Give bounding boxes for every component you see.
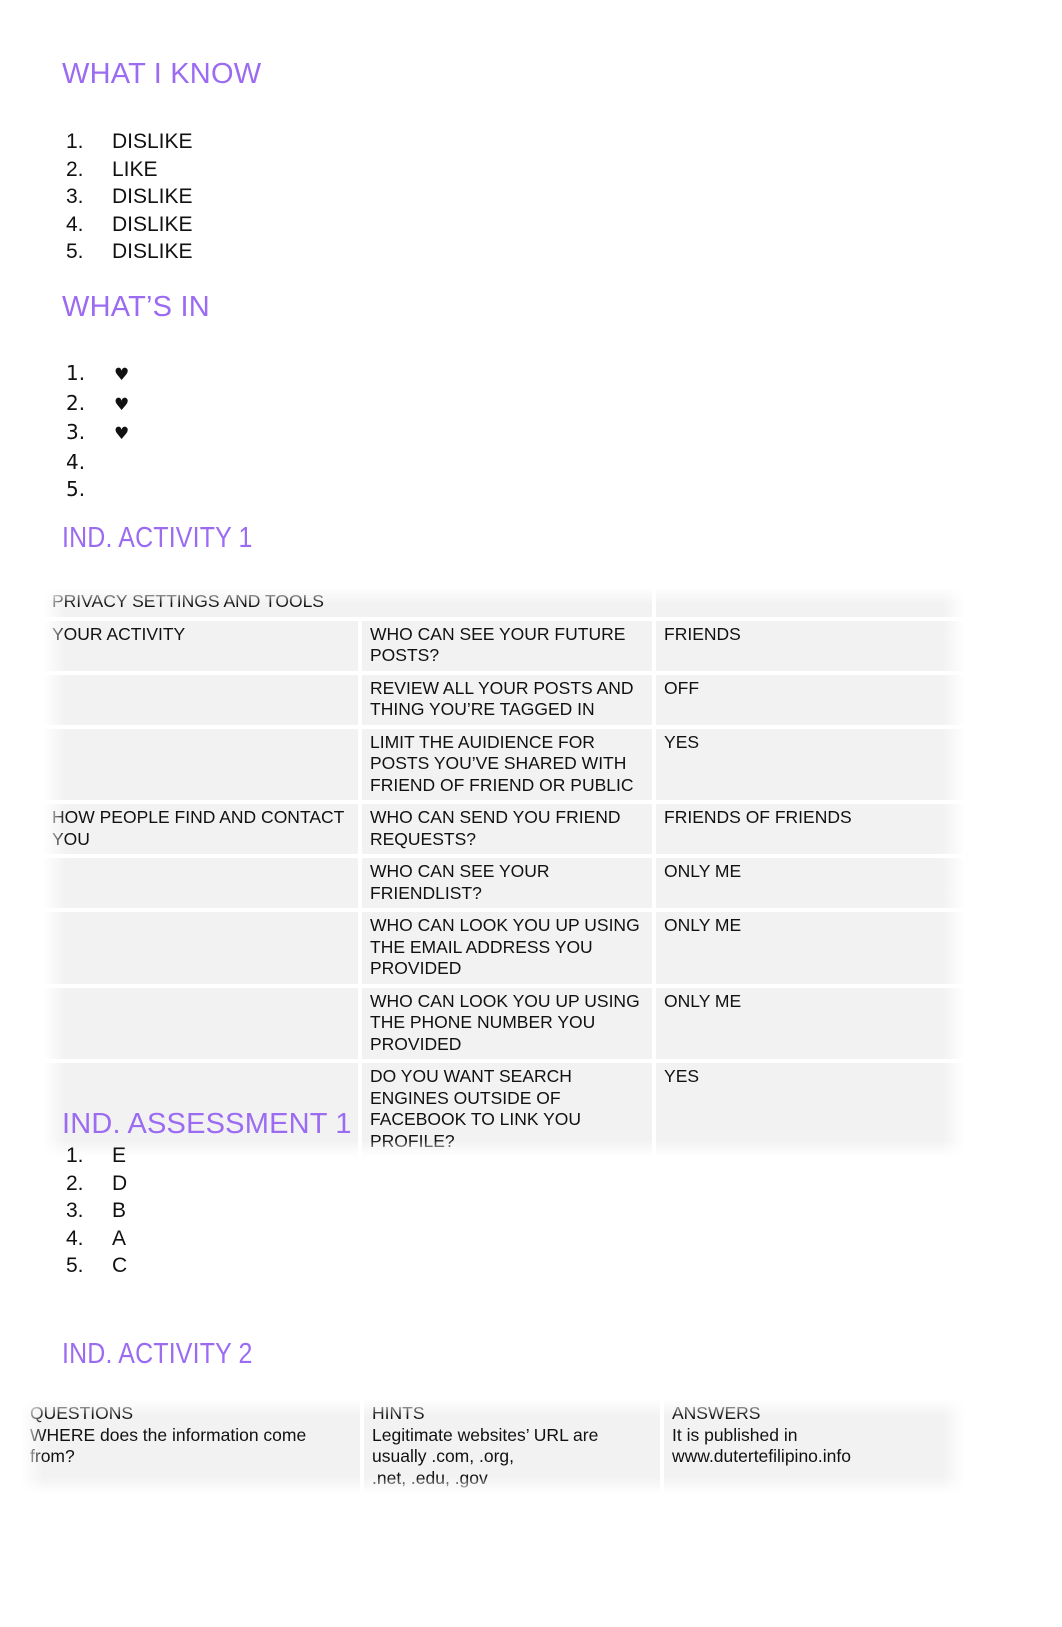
heart-icon: ♥ (114, 365, 130, 385)
questions-cell: QUESTIONS WHERE does the information com… (22, 1400, 364, 1493)
privacy-settings-table-wrapper: PRIVACY SETTINGS AND TOOLS YOUR ACTIVITY… (44, 588, 965, 1156)
list-item-number: 3. (66, 420, 86, 444)
category-cell (44, 858, 362, 912)
question-text: WHERE does the information come from? (30, 1424, 307, 1467)
questions-hints-answers-table: QUESTIONS WHERE does the information com… (22, 1400, 964, 1493)
list-item-number: 2. (66, 1171, 84, 1195)
list-item-value: B (112, 1199, 127, 1222)
list-what-i-know: 1. DISLIKE 2. LIKE 3. DISLIKE 4. DISLIKE… (66, 128, 193, 266)
list-item-number: 4. (66, 449, 86, 474)
hints-cell: HINTS Legitimate websites’ URL are usual… (364, 1400, 664, 1493)
list-item: 5. (66, 476, 129, 504)
column-header-hints: HINTS (372, 1403, 425, 1423)
list-item-value: A (112, 1226, 127, 1250)
list-item: 5. C (66, 1252, 127, 1280)
category-cell (44, 674, 362, 729)
question-cell: REVIEW ALL YOUR POSTS AND THING YOU’RE T… (362, 674, 657, 729)
column-header-answers: ANSWERS (672, 1403, 761, 1423)
answer-cell: YES (656, 728, 965, 804)
heading-what-i-know: WHAT I KNOW (62, 58, 262, 90)
answer-cell: ONLY ME (656, 858, 965, 912)
list-item: 2. LIKE (66, 156, 193, 184)
list-item: 3. DISLIKE (66, 183, 193, 211)
list-item: 1. ♥ (66, 360, 129, 390)
list-item-number: 5. (66, 1254, 84, 1277)
table-row: QUESTIONS WHERE does the information com… (22, 1400, 964, 1493)
question-cell: WHO CAN SEE YOUR FUTURE POSTS? (362, 620, 657, 675)
list-item: 1. E (66, 1142, 127, 1170)
list-item: 3. ♥ (66, 419, 129, 449)
heading-ind-assessment-1: IND. ASSESSMENT 1 (62, 1108, 352, 1140)
table-row: YOUR ACTIVITY WHO CAN SEE YOUR FUTURE PO… (44, 620, 965, 675)
list-item-value: DISLIKE (112, 240, 193, 263)
question-cell: WHO CAN SEE YOUR FRIENDLIST? (362, 858, 657, 912)
heading-whats-in: WHAT’S IN (62, 291, 210, 323)
question-cell: WHO CAN SEND YOU FRIEND REQUESTS? (362, 804, 657, 858)
table-row: LIMIT THE AUIDIENCE FOR POSTS YOU’VE SHA… (44, 728, 965, 804)
list-item-number: 4. (66, 1226, 84, 1250)
list-item: 1. DISLIKE (66, 128, 193, 156)
list-item-value: DISLIKE (112, 185, 193, 208)
list-item-number: 3. (66, 1199, 84, 1222)
list-item-value: C (112, 1254, 128, 1277)
category-cell (44, 987, 362, 1063)
table-title-blank-cell (656, 588, 965, 621)
list-ind-assessment-1: 1. E 2. D 3. B 4. A 5. C (66, 1142, 127, 1280)
document-page: WHAT I KNOW 1. DISLIKE 2. LIKE 3. DISLIK… (0, 0, 1062, 1627)
list-item-number: 5. (66, 477, 86, 501)
answer-cell: FRIENDS (656, 620, 965, 675)
heart-icon: ♥ (114, 424, 130, 444)
list-item-number: 2. (66, 390, 86, 415)
table-row: HOW PEOPLE FIND AND CONTACT YOU WHO CAN … (44, 804, 965, 858)
list-item: 2. D (66, 1170, 127, 1198)
question-cell: DO YOU WANT SEARCH ENGINES OUTSIDE OF FA… (362, 1063, 657, 1156)
questions-hints-answers-table-wrapper: QUESTIONS WHERE does the information com… (22, 1400, 964, 1493)
list-item-value: DISLIKE (112, 212, 193, 236)
question-cell: WHO CAN LOOK YOU UP USING THE EMAIL ADDR… (362, 912, 657, 988)
list-item-value: LIKE (112, 157, 158, 181)
list-item-value: DISLIKE (112, 130, 193, 153)
table-row: WHO CAN LOOK YOU UP USING THE PHONE NUMB… (44, 987, 965, 1063)
hint-text: Legitimate websites’ URL are usually .co… (372, 1424, 599, 1488)
category-cell: YOUR ACTIVITY (44, 620, 362, 675)
answer-text: It is published in www.dutertefilipino.i… (672, 1424, 851, 1467)
list-item-number: 4. (66, 212, 84, 236)
list-item: 5. DISLIKE (66, 238, 193, 266)
privacy-settings-table: PRIVACY SETTINGS AND TOOLS YOUR ACTIVITY… (44, 588, 965, 1156)
answer-cell: FRIENDS OF FRIENDS (656, 804, 965, 858)
heading-ind-activity-2: IND. ACTIVITY 2 (62, 1338, 253, 1370)
table-row: WHO CAN SEE YOUR FRIENDLIST? ONLY ME (44, 858, 965, 912)
answer-cell: YES (656, 1063, 965, 1156)
category-cell (44, 912, 362, 988)
table-row-title: PRIVACY SETTINGS AND TOOLS (44, 588, 965, 621)
answers-cell: ANSWERS It is published in www.dutertefi… (664, 1400, 964, 1493)
heading-ind-activity-1: IND. ACTIVITY 1 (62, 522, 253, 554)
heart-icon: ♥ (114, 394, 130, 415)
list-item-value: D (112, 1171, 128, 1195)
list-item: 4. DISLIKE (66, 211, 193, 239)
category-cell: HOW PEOPLE FIND AND CONTACT YOU (44, 804, 362, 858)
list-item-number: 5. (66, 240, 84, 263)
answer-cell: ONLY ME (656, 912, 965, 988)
table-row: WHO CAN LOOK YOU UP USING THE EMAIL ADDR… (44, 912, 965, 988)
list-item: 4. A (66, 1225, 127, 1253)
question-cell: WHO CAN LOOK YOU UP USING THE PHONE NUMB… (362, 987, 657, 1063)
list-whats-in: 1. ♥ 2. ♥ 3. ♥ 4. 5. (66, 360, 129, 504)
question-cell: LIMIT THE AUIDIENCE FOR POSTS YOU’VE SHA… (362, 728, 657, 804)
answer-cell: ONLY ME (656, 987, 965, 1063)
list-item: 2. ♥ (66, 390, 129, 420)
answer-cell: OFF (656, 674, 965, 729)
list-item-number: 3. (66, 185, 84, 208)
list-item: 4. (66, 449, 129, 477)
list-item-number: 1. (66, 1144, 84, 1167)
list-item-number: 2. (66, 157, 84, 181)
list-item-value: E (112, 1144, 127, 1167)
column-header-questions: QUESTIONS (30, 1403, 134, 1423)
category-cell (44, 728, 362, 804)
table-row: REVIEW ALL YOUR POSTS AND THING YOU’RE T… (44, 674, 965, 729)
table-title-cell: PRIVACY SETTINGS AND TOOLS (44, 588, 657, 621)
list-item: 3. B (66, 1197, 127, 1225)
list-item-number: 1. (66, 130, 84, 153)
list-item-number: 1. (66, 361, 86, 385)
